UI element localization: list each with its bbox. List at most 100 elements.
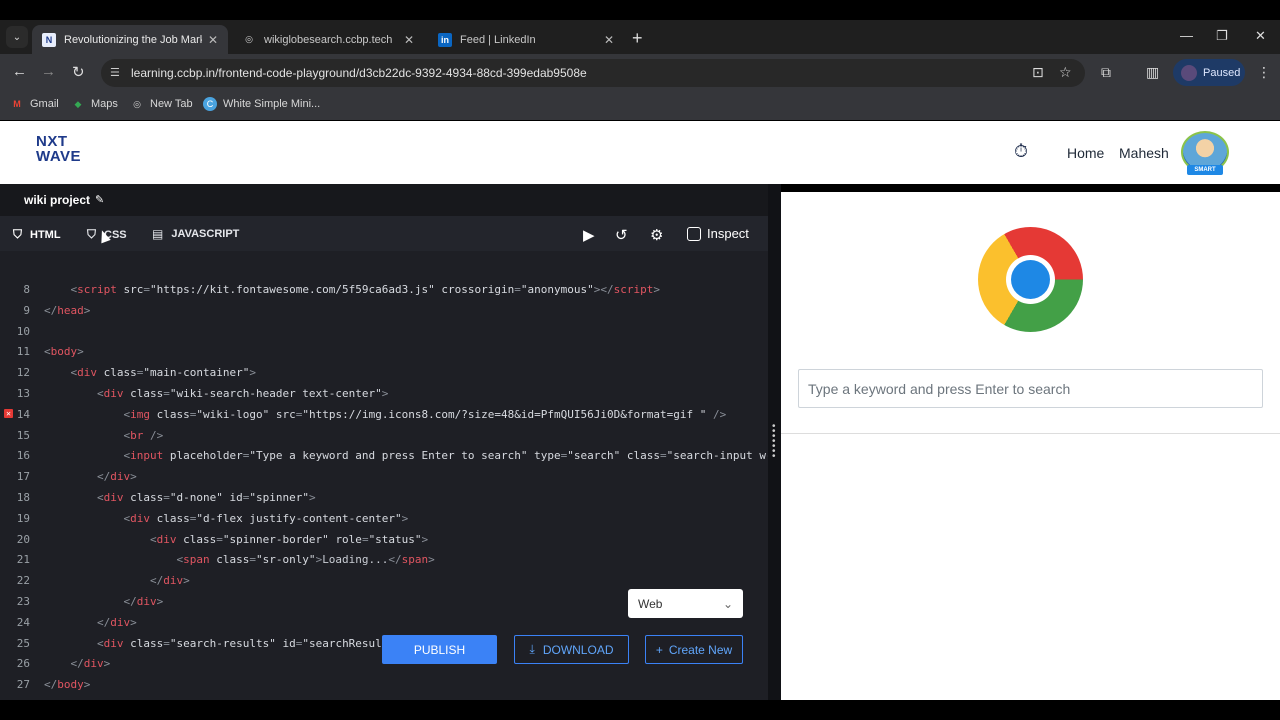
- code-text: <div class="d-none" id="spinner">: [96, 491, 316, 504]
- project-bar: [0, 184, 768, 216]
- code-text: <div class="spinner-border" role="status…: [149, 532, 429, 546]
- browser-tab-3[interactable]: in Feed | LinkedIn ✕: [428, 25, 624, 54]
- nav-user-name[interactable]: Mahesh: [1119, 145, 1169, 161]
- browser-tab-2[interactable]: ◎ wikiglobesearch.ccbp.tech ✕: [232, 25, 424, 54]
- profile-button[interactable]: Paused: [1173, 59, 1245, 86]
- inspect-checkbox[interactable]: [687, 226, 701, 241]
- nav-home-link[interactable]: Home: [1067, 145, 1104, 161]
- bookmark-new-tab[interactable]: ◎ New Tab: [130, 97, 193, 111]
- line-number: 9: [23, 303, 30, 317]
- bookmark-label: Maps: [91, 98, 118, 110]
- inspect-toggle[interactable]: Inspect: [687, 226, 749, 241]
- line-number: 27: [16, 678, 30, 692]
- close-icon[interactable]: ✕: [208, 33, 218, 47]
- bookmark-maps[interactable]: ◆ Maps: [71, 97, 118, 111]
- avatar-badge: SMART: [1187, 165, 1223, 175]
- line-number: 26: [16, 657, 30, 671]
- create-new-button[interactable]: + Create New: [645, 635, 743, 664]
- forward-icon[interactable]: →: [41, 63, 56, 80]
- preview-search-input[interactable]: [798, 369, 1263, 408]
- settings-gear-icon[interactable]: ⚙: [650, 226, 663, 244]
- file-icon: ▤: [152, 227, 164, 241]
- new-tab-icon[interactable]: +: [632, 28, 643, 49]
- globe-icon: ◎: [133, 98, 141, 109]
- line-number: 21: [16, 553, 30, 567]
- canva-icon: C: [203, 97, 217, 111]
- code-text: </div>: [96, 470, 137, 484]
- browser-menu-icon[interactable]: ⋮: [1257, 64, 1271, 81]
- code-line[interactable]: 27 </body>: [0, 674, 768, 695]
- tab-search-icon[interactable]: ⌄: [6, 26, 28, 48]
- html5-icon: ⛉: [13, 227, 23, 241]
- code-line[interactable]: 18 <div class="d-none" id="spinner">: [0, 487, 768, 508]
- line-number: 11: [16, 345, 30, 359]
- close-icon[interactable]: ✕: [404, 33, 414, 47]
- back-icon[interactable]: ←: [12, 63, 27, 80]
- code-line[interactable]: 13 <div class="wiki-search-header text-c…: [0, 383, 768, 404]
- code-text: <body>: [44, 345, 84, 359]
- tab-label: HTML: [30, 228, 61, 241]
- code-line[interactable]: ✕ 14 <img class="wiki-logo" src="https://…: [0, 404, 768, 425]
- extensions-icon[interactable]: ⧉: [1101, 64, 1111, 81]
- code-text: <div class="wiki-search-header text-cent…: [96, 387, 389, 400]
- logo-text: NXT: [36, 133, 68, 150]
- run-play-icon[interactable]: ▶: [583, 226, 595, 244]
- logo-text: WAVE: [36, 148, 82, 165]
- bookmark-gmail[interactable]: M Gmail: [10, 97, 58, 111]
- code-text: <div class="main-container">: [70, 366, 256, 380]
- close-icon[interactable]: ✕: [604, 33, 614, 47]
- code-line[interactable]: 12 <div class="main-container">: [0, 362, 768, 383]
- tab-title: Revolutionizing the Job Market: [64, 33, 202, 46]
- stopwatch-icon[interactable]: ⏱: [1014, 141, 1028, 162]
- reload-icon[interactable]: ↻: [72, 63, 85, 81]
- download-icon: ⤓: [529, 642, 535, 656]
- reset-icon[interactable]: ↺: [615, 226, 628, 244]
- profile-avatar: [1181, 64, 1197, 81]
- browser-tab-1[interactable]: N Revolutionizing the Job Market ✕: [32, 25, 228, 54]
- url-text[interactable]: learning.ccbp.in/frontend-code-playgroun…: [131, 66, 587, 80]
- code-line[interactable]: 15 <br />: [0, 425, 768, 446]
- side-panel-icon[interactable]: ▥: [1146, 64, 1159, 81]
- minimize-icon[interactable]: —: [1180, 28, 1193, 43]
- bookmark-white-simple[interactable]: C White Simple Mini...: [203, 97, 320, 111]
- line-number: 14: [16, 407, 30, 421]
- code-line[interactable]: 21 <span class="sr-only">Loading...</spa…: [0, 549, 768, 570]
- drag-handle-icon[interactable]: • • • • • • •: [772, 422, 776, 462]
- install-app-icon[interactable]: ⊡: [1032, 64, 1044, 81]
- code-text: <input placeholder="Type a keyword and p…: [123, 449, 780, 463]
- download-button[interactable]: ⤓ DOWNLOAD: [514, 635, 629, 664]
- tab-html[interactable]: ⛉ HTML: [13, 227, 61, 242]
- code-text: <div class="d-flex justify-content-cente…: [123, 511, 409, 525]
- code-line[interactable]: 17 </div>: [0, 466, 768, 487]
- chevron-down-icon: ⌄: [722, 596, 733, 611]
- code-line[interactable]: 11 <body>: [0, 341, 768, 362]
- line-number: 22: [16, 574, 30, 588]
- window-close-icon[interactable]: ✕: [1255, 28, 1266, 44]
- restore-icon[interactable]: ❐: [1216, 28, 1228, 44]
- code-line[interactable]: 20 <div class="spinner-border" role="sta…: [0, 529, 768, 550]
- pencil-icon[interactable]: ✎: [95, 193, 104, 206]
- site-info-icon[interactable]: ☰: [110, 66, 120, 79]
- user-avatar[interactable]: SMART: [1181, 131, 1229, 175]
- code-line[interactable]: 9 </head>: [0, 300, 768, 321]
- bookmark-star-icon[interactable]: ☆: [1059, 64, 1072, 81]
- view-mode-select[interactable]: Web ⌄: [628, 589, 743, 618]
- code-text: </div>: [70, 657, 111, 671]
- button-label: Create New: [668, 642, 733, 657]
- code-text: <div class="search-results" id="searchRe…: [96, 636, 396, 650]
- code-line[interactable]: 16 <input placeholder="Type a keyword an…: [0, 445, 779, 466]
- code-line[interactable]: 10: [0, 321, 768, 342]
- line-number: 12: [16, 366, 30, 380]
- tab-javascript[interactable]: ▤ JAVASCRIPT: [152, 227, 239, 241]
- line-number: 19: [16, 511, 30, 525]
- tab-title: wikiglobesearch.ccbp.tech: [264, 33, 393, 46]
- code-line[interactable]: 8 <script src="https://kit.fontawesome.c…: [0, 279, 768, 300]
- publish-button[interactable]: PUBLISH: [382, 635, 497, 664]
- nxtwave-logo[interactable]: NXT WAVE: [36, 134, 81, 164]
- line-number: 13: [16, 387, 30, 400]
- line-number: 8: [23, 283, 30, 296]
- select-value: Web: [638, 596, 663, 611]
- profile-status: Paused: [1203, 66, 1241, 79]
- line-number: 10: [16, 324, 30, 338]
- code-line[interactable]: 19 <div class="d-flex justify-content-ce…: [0, 508, 768, 529]
